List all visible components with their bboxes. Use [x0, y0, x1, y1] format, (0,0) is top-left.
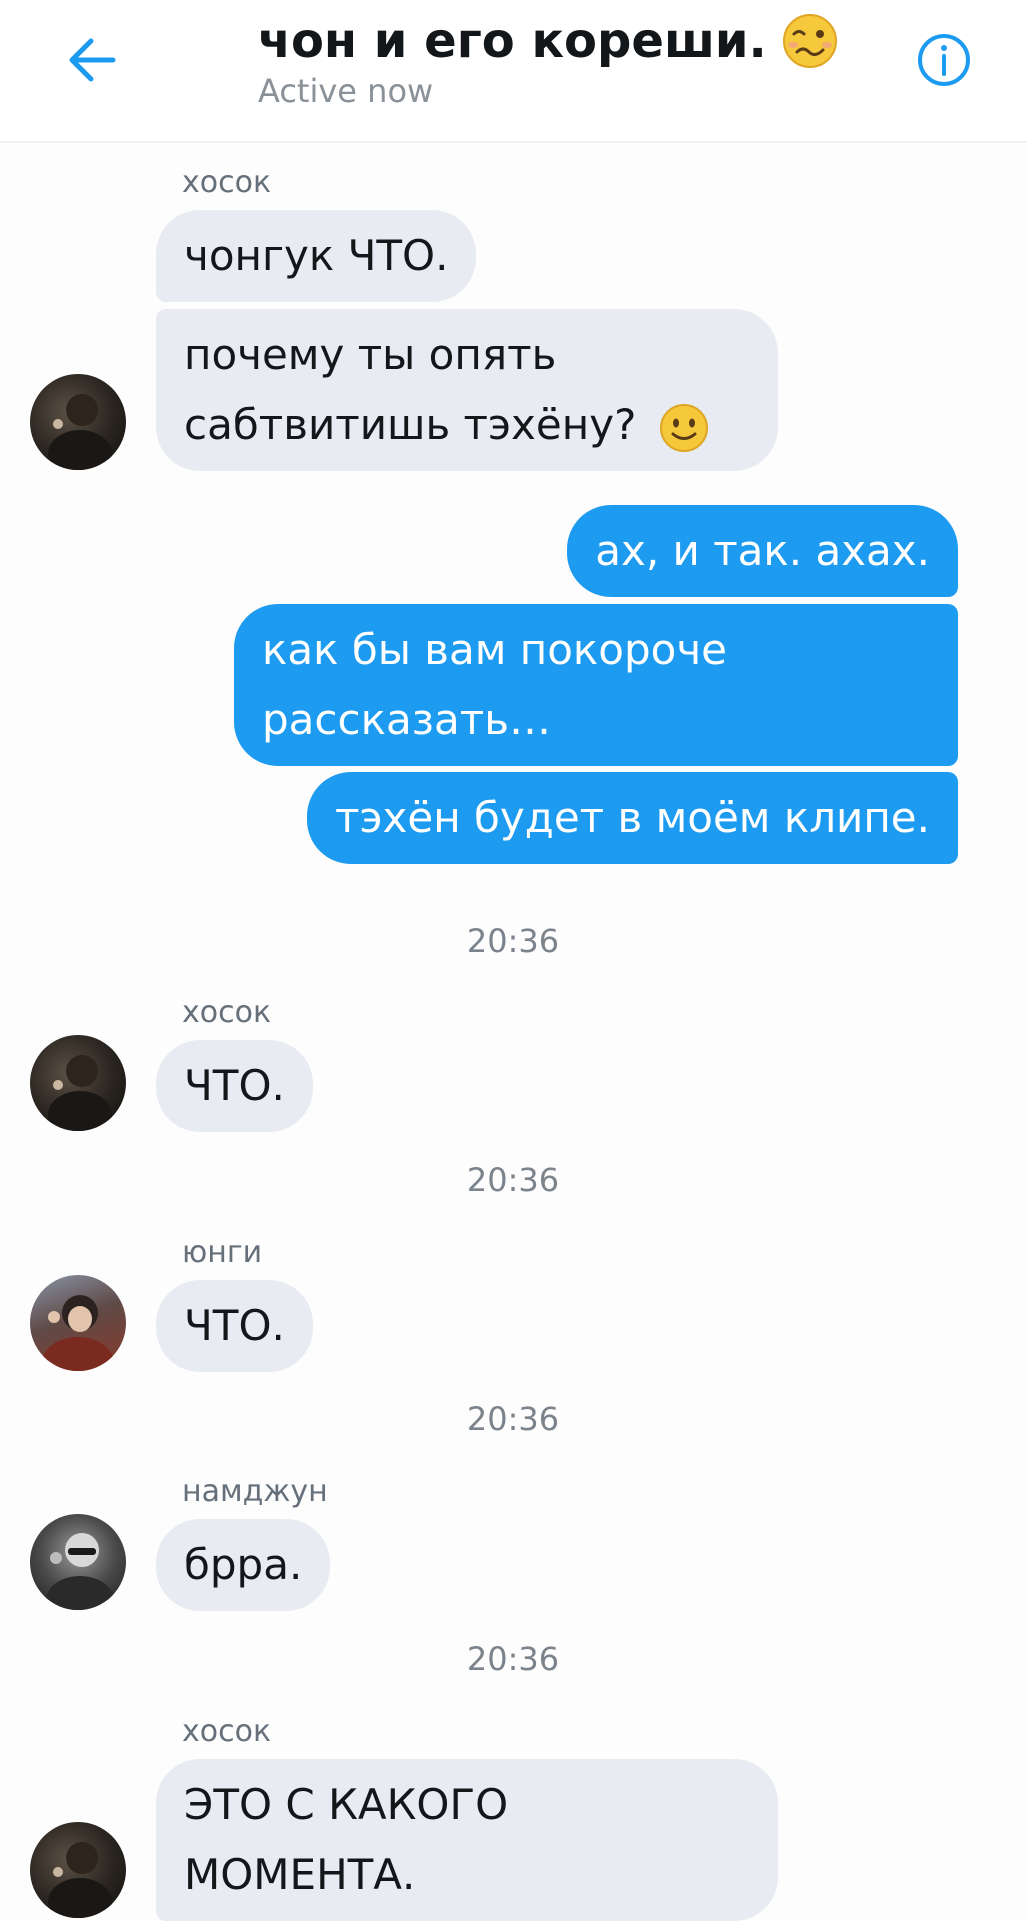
- sender-name: хосок: [182, 165, 272, 200]
- avatar-hoseok[interactable]: [30, 1035, 126, 1131]
- avatar-hoseok[interactable]: [30, 1822, 126, 1918]
- chat-status: Active now: [258, 72, 434, 110]
- avatar-image: [48, 1055, 112, 1131]
- avatar-yoongi[interactable]: [30, 1275, 126, 1371]
- sender-name: намджун: [182, 1474, 328, 1509]
- message-text: ах, и так. ахах.: [595, 526, 930, 575]
- message-bubble-outgoing[interactable]: как бы вам покороче рассказать…: [234, 604, 958, 766]
- sender-name: хосок: [182, 995, 272, 1030]
- message-text: как бы вам покороче: [262, 625, 727, 674]
- timestamp: 20:36: [466, 922, 560, 960]
- timestamp: 20:36: [466, 1400, 560, 1438]
- timestamp: 20:36: [466, 1640, 560, 1678]
- avatar-image: [46, 1533, 114, 1610]
- info-circle-icon: [918, 34, 970, 86]
- chat-title[interactable]: чон и его кореши.: [258, 12, 839, 70]
- back-button[interactable]: [62, 30, 122, 90]
- message-bubble-outgoing[interactable]: тэхён будет в моём клипе.: [307, 772, 958, 864]
- message-text: почему ты опять: [184, 330, 557, 379]
- message-bubble-outgoing[interactable]: ах, и так. ахах.: [567, 505, 958, 597]
- info-button[interactable]: [916, 32, 972, 88]
- chat-title-text: чон и его кореши.: [258, 13, 767, 69]
- message-text: тэхён будет в моём клипе.: [335, 793, 930, 842]
- message-text: ЧТО.: [184, 1061, 285, 1110]
- message-text: чонгук ЧТО.: [184, 231, 449, 280]
- avatar-namjoon[interactable]: [30, 1514, 126, 1610]
- timestamp: 20:36: [466, 1161, 560, 1199]
- chat-header: чон и его кореши. Active now: [0, 0, 1026, 143]
- message-text: ЧТО.: [184, 1301, 285, 1350]
- message-bubble[interactable]: чонгук ЧТО.: [156, 210, 477, 302]
- avatar-image: [42, 1295, 114, 1371]
- avatar-hoseok[interactable]: [30, 374, 126, 470]
- message-bubble[interactable]: ЧТО.: [156, 1040, 313, 1132]
- avatar-image: [48, 394, 112, 470]
- message-text: МОМЕНТА.: [184, 1850, 416, 1899]
- avatar-image: [48, 1842, 112, 1918]
- message-bubble[interactable]: ЭТО С КАКОГО МОМЕНТА.: [156, 1759, 778, 1921]
- message-text: сабтвитишь тэхёну?: [184, 400, 637, 449]
- message-bubble[interactable]: ЧТО.: [156, 1280, 313, 1372]
- message-text: брра.: [184, 1540, 303, 1589]
- slightly-smiling-face-emoji: [659, 403, 708, 452]
- message-text: рассказать…: [262, 695, 551, 744]
- woozy-face-emoji: [782, 14, 837, 68]
- sender-name: юнги: [182, 1235, 263, 1270]
- message-text: ЭТО С КАКОГО: [184, 1780, 509, 1829]
- message-bubble[interactable]: почему ты опять сабтвитишь тэхёну?: [156, 309, 778, 471]
- sender-name: хосок: [182, 1714, 272, 1749]
- arrow-left-icon: [69, 38, 116, 82]
- message-bubble[interactable]: брра.: [156, 1519, 331, 1611]
